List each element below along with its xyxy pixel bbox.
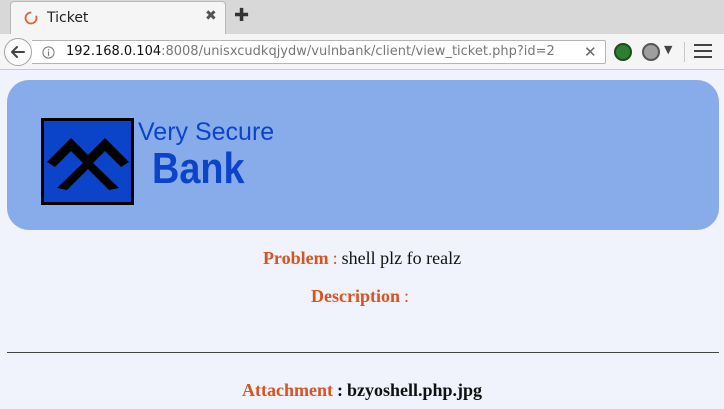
toolbar-separator bbox=[684, 42, 685, 62]
info-icon[interactable] bbox=[42, 46, 55, 59]
chevron-down-icon[interactable]: ▼ bbox=[664, 43, 672, 56]
new-tab-icon[interactable]: ✚ bbox=[234, 5, 249, 26]
logo-text-bottom: Bank bbox=[152, 144, 245, 193]
description-row: Description: bbox=[0, 286, 724, 307]
problem-label: Problem bbox=[262, 248, 329, 268]
back-arrow-icon bbox=[11, 46, 25, 58]
tab-strip: Ticket ✖ ✚ bbox=[0, 0, 724, 34]
back-button[interactable] bbox=[4, 38, 32, 66]
firefox-loading-icon bbox=[24, 11, 38, 25]
extension-gray-icon[interactable] bbox=[642, 43, 660, 61]
attachment-link[interactable]: bzyoshell.php.jpg bbox=[347, 380, 482, 400]
extension-green-icon[interactable] bbox=[614, 43, 632, 61]
description-label: Description bbox=[310, 286, 400, 306]
problem-row: Problem: shell plz fo realz bbox=[0, 248, 724, 269]
attachment-row: Attachment: bzyoshell.php.jpg bbox=[0, 380, 724, 401]
logo-text-top: Very Secure bbox=[138, 118, 275, 146]
tab-close-icon[interactable]: ✖ bbox=[205, 8, 217, 24]
problem-value: shell plz fo realz bbox=[341, 248, 462, 268]
bank-logo-icon bbox=[41, 118, 134, 205]
divider bbox=[7, 352, 719, 353]
problem-separator: : bbox=[332, 248, 338, 268]
url-clear-icon[interactable]: ✕ bbox=[584, 43, 597, 61]
url-path: :8008/unisxcudkqjydw/vulnbank/client/vie… bbox=[161, 44, 555, 59]
url-host: 192.168.0.104 bbox=[66, 44, 162, 59]
tab-title: Ticket bbox=[47, 10, 89, 26]
site-banner: Very Secure Bank bbox=[7, 80, 719, 230]
url-text[interactable]: 192.168.0.104:8008/unisxcudkqjydw/vulnba… bbox=[66, 44, 555, 59]
attachment-label: Attachment bbox=[241, 380, 333, 400]
url-bar[interactable]: 192.168.0.104:8008/unisxcudkqjydw/vulnba… bbox=[32, 40, 606, 64]
tab-ticket[interactable]: Ticket ✖ bbox=[10, 1, 226, 34]
hamburger-menu-icon[interactable] bbox=[694, 44, 712, 60]
attachment-separator: : bbox=[336, 380, 343, 400]
navigation-bar: 192.168.0.104:8008/unisxcudkqjydw/vulnba… bbox=[0, 34, 724, 70]
description-separator: : bbox=[403, 286, 409, 306]
